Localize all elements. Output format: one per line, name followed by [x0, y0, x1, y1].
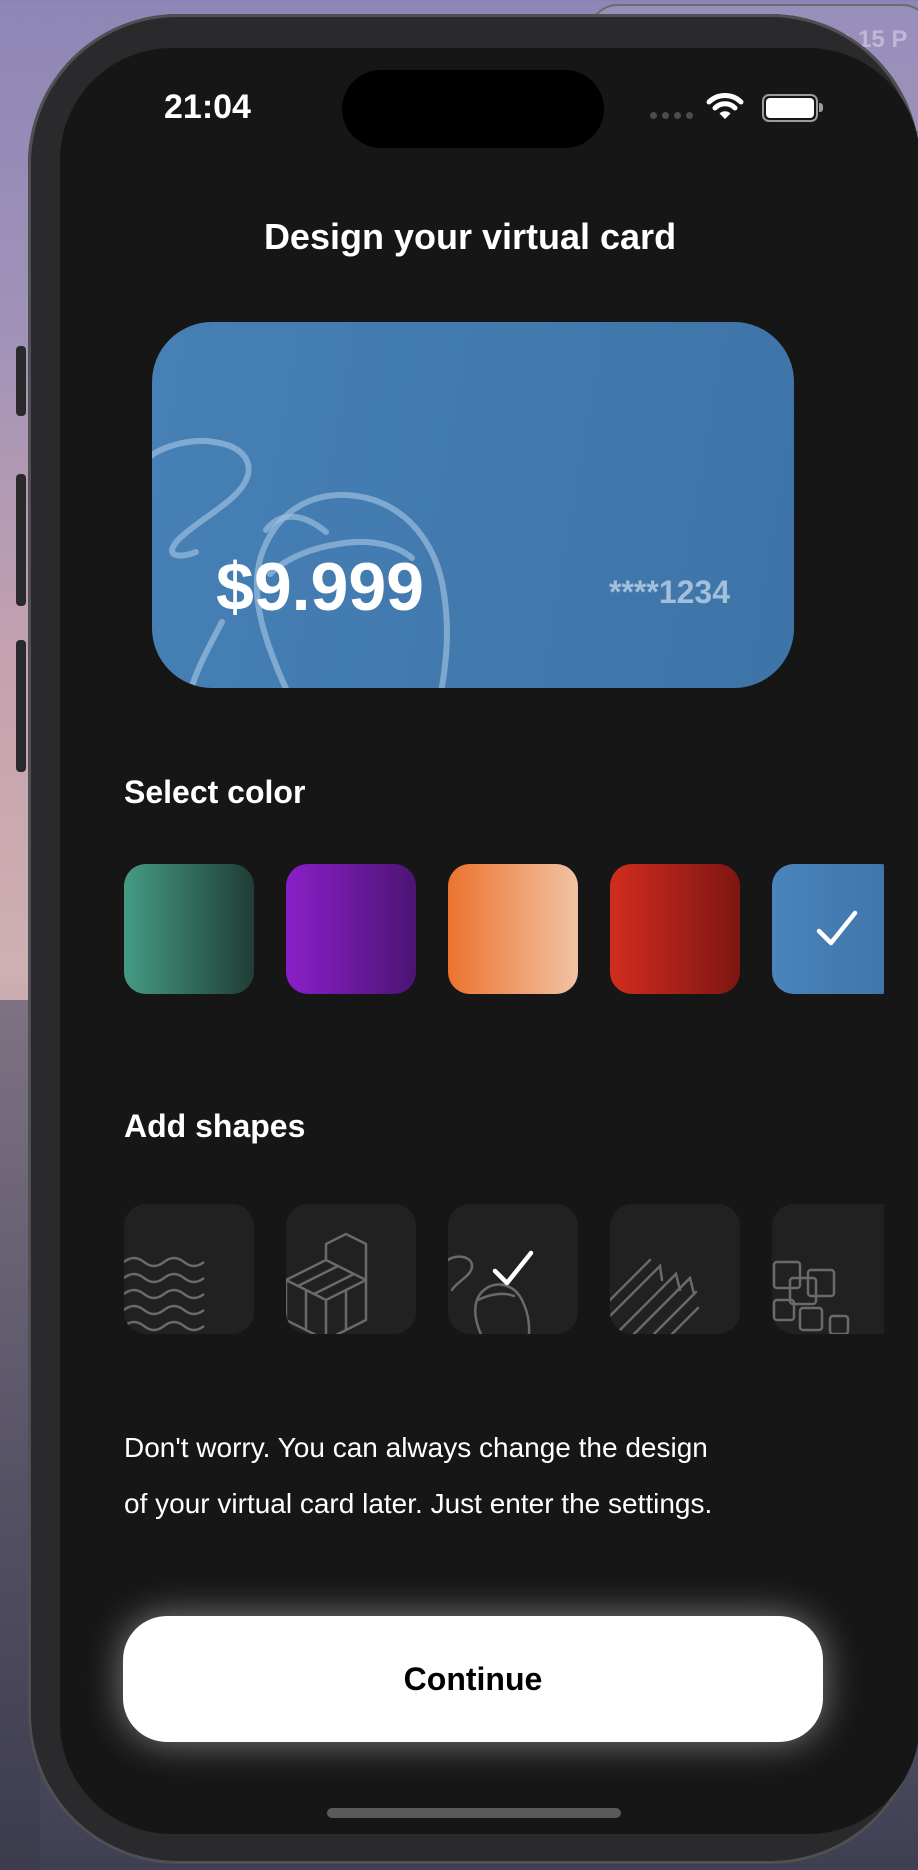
- shape-tile-list[interactable]: [124, 1204, 884, 1336]
- checkmark-icon: [816, 910, 858, 946]
- shape-tile-lines[interactable]: [610, 1204, 740, 1334]
- dynamic-island: [342, 70, 604, 148]
- info-note-line-1: Don't worry. You can always change the d…: [124, 1432, 708, 1463]
- color-swatch-green[interactable]: [124, 864, 254, 994]
- shape-tile-waves[interactable]: [124, 1204, 254, 1334]
- page-title: Design your virtual card: [263, 216, 677, 257]
- select-color-label: Select color: [124, 774, 306, 810]
- lines-pattern-icon: [610, 1258, 700, 1334]
- shape-tile-squares[interactable]: [772, 1204, 884, 1334]
- virtual-card-preview: $9.999 ****1234: [152, 322, 794, 688]
- color-swatch-red[interactable]: [610, 864, 740, 994]
- info-note: Don't worry. You can always change the d…: [124, 1420, 844, 1532]
- battery-icon: [762, 94, 823, 122]
- shape-tile-loops[interactable]: [448, 1204, 578, 1334]
- card-shape-pattern: [152, 438, 450, 688]
- squares-pattern-icon: [772, 1260, 850, 1334]
- card-number: ****1234: [609, 574, 730, 610]
- volume-up-button: [16, 474, 26, 606]
- app-screen: 21:04 Design your virtual card $9.999 **…: [60, 48, 918, 1834]
- shape-tile-cubes[interactable]: [286, 1204, 416, 1334]
- signal-icon: [650, 112, 693, 119]
- color-swatch-orange[interactable]: [448, 864, 578, 994]
- checkmark-icon: [492, 1250, 534, 1286]
- continue-button[interactable]: Continue: [123, 1616, 823, 1742]
- info-note-line-2: of your virtual card later. Just enter t…: [124, 1488, 713, 1519]
- card-balance: $9.999: [216, 549, 424, 625]
- color-swatch-list[interactable]: [124, 864, 884, 996]
- action-button: [16, 346, 26, 416]
- add-shapes-label: Add shapes: [124, 1108, 306, 1144]
- cubes-pattern-icon: [286, 1232, 368, 1334]
- status-time: 21:04: [164, 88, 251, 126]
- waves-pattern-icon: [124, 1256, 205, 1332]
- color-swatch-blue[interactable]: [772, 864, 884, 994]
- continue-button-label: Continue: [403, 1660, 543, 1697]
- home-indicator[interactable]: [327, 1808, 621, 1818]
- color-swatch-purple[interactable]: [286, 864, 416, 994]
- wifi-icon: [706, 93, 744, 119]
- volume-down-button: [16, 640, 26, 772]
